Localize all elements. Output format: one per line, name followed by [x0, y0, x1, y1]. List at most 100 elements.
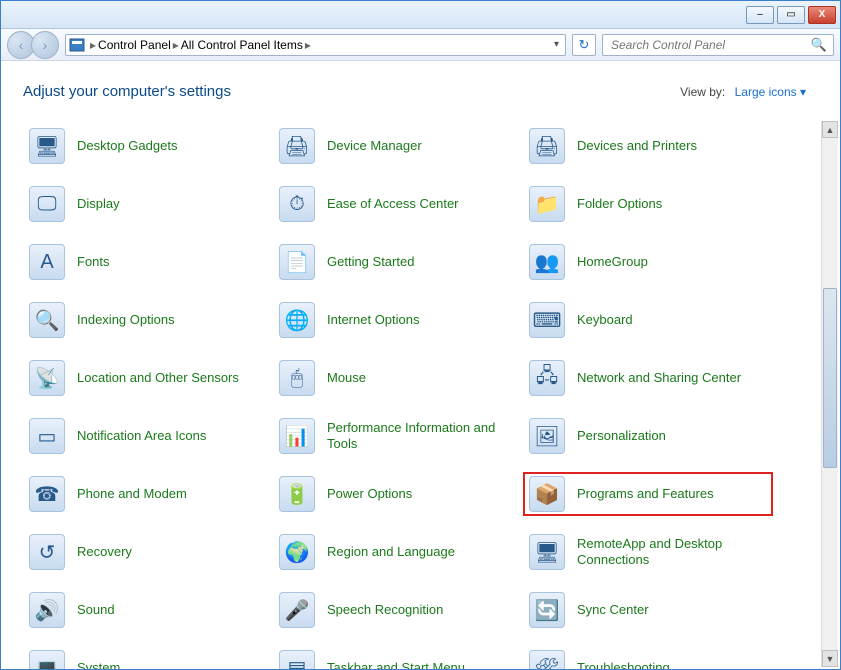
item-power-options[interactable]: 🔋 Power Options: [273, 472, 523, 516]
item-phone-and-modem[interactable]: ☎ Phone and Modem: [23, 472, 273, 516]
address-bar[interactable]: ▸ Control Panel ▸ All Control Panel Item…: [65, 34, 566, 56]
item-device-manager[interactable]: 🖨Device Manager: [273, 124, 523, 168]
item-label: Desktop Gadgets: [77, 138, 177, 154]
scroll-thumb[interactable]: [823, 288, 837, 468]
item-label: Troubleshooting: [577, 660, 670, 669]
device-manager-icon: 🖨: [279, 128, 315, 164]
item-label: HomeGroup: [577, 254, 648, 270]
item-label: Taskbar and Start Menu: [327, 660, 465, 669]
item-label: RemoteApp and Desktop Connections: [577, 536, 767, 569]
search-input[interactable]: [609, 37, 811, 53]
search-box[interactable]: 🔍: [602, 34, 834, 56]
item-label: Getting Started: [327, 254, 414, 270]
content-area: Adjust your computer's settings View by:…: [1, 61, 840, 669]
system-icon: 💻: [29, 650, 65, 669]
close-button[interactable]: X: [808, 6, 836, 24]
scroll-down-icon[interactable]: ▼: [822, 650, 838, 667]
personalization-icon: 🖼: [529, 418, 565, 454]
item-indexing-options[interactable]: 🔍Indexing Options: [23, 298, 273, 342]
chevron-right-icon: ▸: [173, 38, 179, 52]
control-panel-icon: [68, 37, 86, 53]
fonts-icon: A: [29, 244, 65, 280]
internet-options-icon: 🌐: [279, 302, 315, 338]
view-by-label: View by:: [680, 85, 725, 99]
item-label: Location and Other Sensors: [77, 370, 239, 386]
item-programs-and-features[interactable]: 📦Programs and Features: [523, 472, 773, 516]
indexing-options-icon: 🔍: [29, 302, 65, 338]
item-label: Recovery: [77, 544, 132, 560]
address-dropdown-icon[interactable]: ▾: [550, 39, 563, 50]
breadcrumb-current[interactable]: All Control Panel Items: [181, 38, 303, 52]
item-internet-options[interactable]: 🌐Internet Options: [273, 298, 523, 342]
item-ease-of-access-center[interactable]: ⏱Ease of Access Center: [273, 182, 523, 226]
item-label: Notification Area Icons: [77, 428, 206, 444]
item-label: Speech Recognition: [327, 602, 443, 618]
phone-and-modem-icon: ☎: [29, 476, 65, 512]
item-label: Sound: [77, 602, 115, 618]
item-folder-options[interactable]: 📁 Folder Options: [523, 182, 773, 226]
network-and-sharing-center-icon: 🖧: [529, 360, 565, 396]
taskbar-and-start-menu-icon: ▤: [279, 650, 315, 669]
homegroup-icon: 👥: [529, 244, 565, 280]
navbar: ‹ › ▸ Control Panel ▸ All Control Panel …: [1, 29, 840, 61]
item-label: Keyboard: [577, 312, 633, 328]
items-grid: 🖥Desktop Gadgets🖨Device Manager🖨Devices …: [23, 124, 806, 669]
item-devices-and-printers[interactable]: 🖨Devices and Printers: [523, 124, 773, 168]
item-system[interactable]: 💻 System: [23, 646, 273, 669]
item-label: Sync Center: [577, 602, 649, 618]
location-and-other-sensors-icon: 📡: [29, 360, 65, 396]
recovery-icon: ↺: [29, 534, 65, 570]
item-keyboard[interactable]: ⌨ Keyboard: [523, 298, 773, 342]
item-homegroup[interactable]: 👥 HomeGroup: [523, 240, 773, 284]
minimize-button[interactable]: –: [746, 6, 774, 24]
item-label: Network and Sharing Center: [577, 370, 741, 386]
item-label: Ease of Access Center: [327, 196, 459, 212]
sync-center-icon: 🔄: [529, 592, 565, 628]
item-network-and-sharing-center[interactable]: 🖧 Network and Sharing Center: [523, 356, 773, 400]
item-notification-area-icons[interactable]: ▭ Notification Area Icons: [23, 414, 273, 458]
item-label: System: [77, 660, 120, 669]
keyboard-icon: ⌨: [529, 302, 565, 338]
item-remoteapp-and-desktop-connections[interactable]: 🖥 RemoteApp and Desktop Connections: [523, 530, 773, 574]
view-by: View by: Large icons ▾: [680, 85, 806, 99]
view-by-dropdown[interactable]: Large icons ▾: [735, 85, 806, 99]
maximize-button[interactable]: ▭: [777, 6, 805, 24]
item-display[interactable]: 🖵Display: [23, 182, 273, 226]
item-label: Personalization: [577, 428, 666, 444]
refresh-button[interactable]: ↻: [572, 34, 596, 56]
devices-and-printers-icon: 🖨: [529, 128, 565, 164]
item-sync-center[interactable]: 🔄 Sync Center: [523, 588, 773, 632]
item-personalization[interactable]: 🖼 Personalization: [523, 414, 773, 458]
remoteapp-and-desktop-connections-icon: 🖥: [529, 534, 565, 570]
chevron-right-icon: ▸: [90, 38, 96, 52]
item-taskbar-and-start-menu[interactable]: ▤ Taskbar and Start Menu: [273, 646, 523, 669]
forward-button[interactable]: ›: [31, 31, 59, 59]
scrollbar[interactable]: ▲ ▼: [821, 121, 838, 667]
power-options-icon: 🔋: [279, 476, 315, 512]
breadcrumb-root[interactable]: Control Panel: [98, 38, 171, 52]
item-getting-started[interactable]: 📄Getting Started: [273, 240, 523, 284]
item-fonts[interactable]: AFonts: [23, 240, 273, 284]
item-performance-information-and-tools[interactable]: 📊Performance Information and Tools: [273, 414, 523, 458]
scroll-track[interactable]: [822, 138, 838, 650]
nav-back-forward: ‹ ›: [7, 31, 59, 59]
item-sound[interactable]: 🔊Sound: [23, 588, 273, 632]
item-region-and-language[interactable]: 🌍 Region and Language: [273, 530, 523, 574]
item-label: Region and Language: [327, 544, 455, 560]
scroll-up-icon[interactable]: ▲: [822, 121, 838, 138]
item-label: Phone and Modem: [77, 486, 187, 502]
item-label: Folder Options: [577, 196, 662, 212]
notification-area-icons-icon: ▭: [29, 418, 65, 454]
display-icon: 🖵: [29, 186, 65, 222]
item-recovery[interactable]: ↺ Recovery: [23, 530, 273, 574]
item-label: Power Options: [327, 486, 412, 502]
item-desktop-gadgets[interactable]: 🖥Desktop Gadgets: [23, 124, 273, 168]
speech-recognition-icon: 🎤: [279, 592, 315, 628]
folder-options-icon: 📁: [529, 186, 565, 222]
item-location-and-other-sensors[interactable]: 📡 Location and Other Sensors: [23, 356, 273, 400]
programs-and-features-icon: 📦: [529, 476, 565, 512]
item-mouse[interactable]: 🖱Mouse: [273, 356, 523, 400]
item-troubleshooting[interactable]: 🛠Troubleshooting: [523, 646, 773, 669]
item-speech-recognition[interactable]: 🎤 Speech Recognition: [273, 588, 523, 632]
region-and-language-icon: 🌍: [279, 534, 315, 570]
